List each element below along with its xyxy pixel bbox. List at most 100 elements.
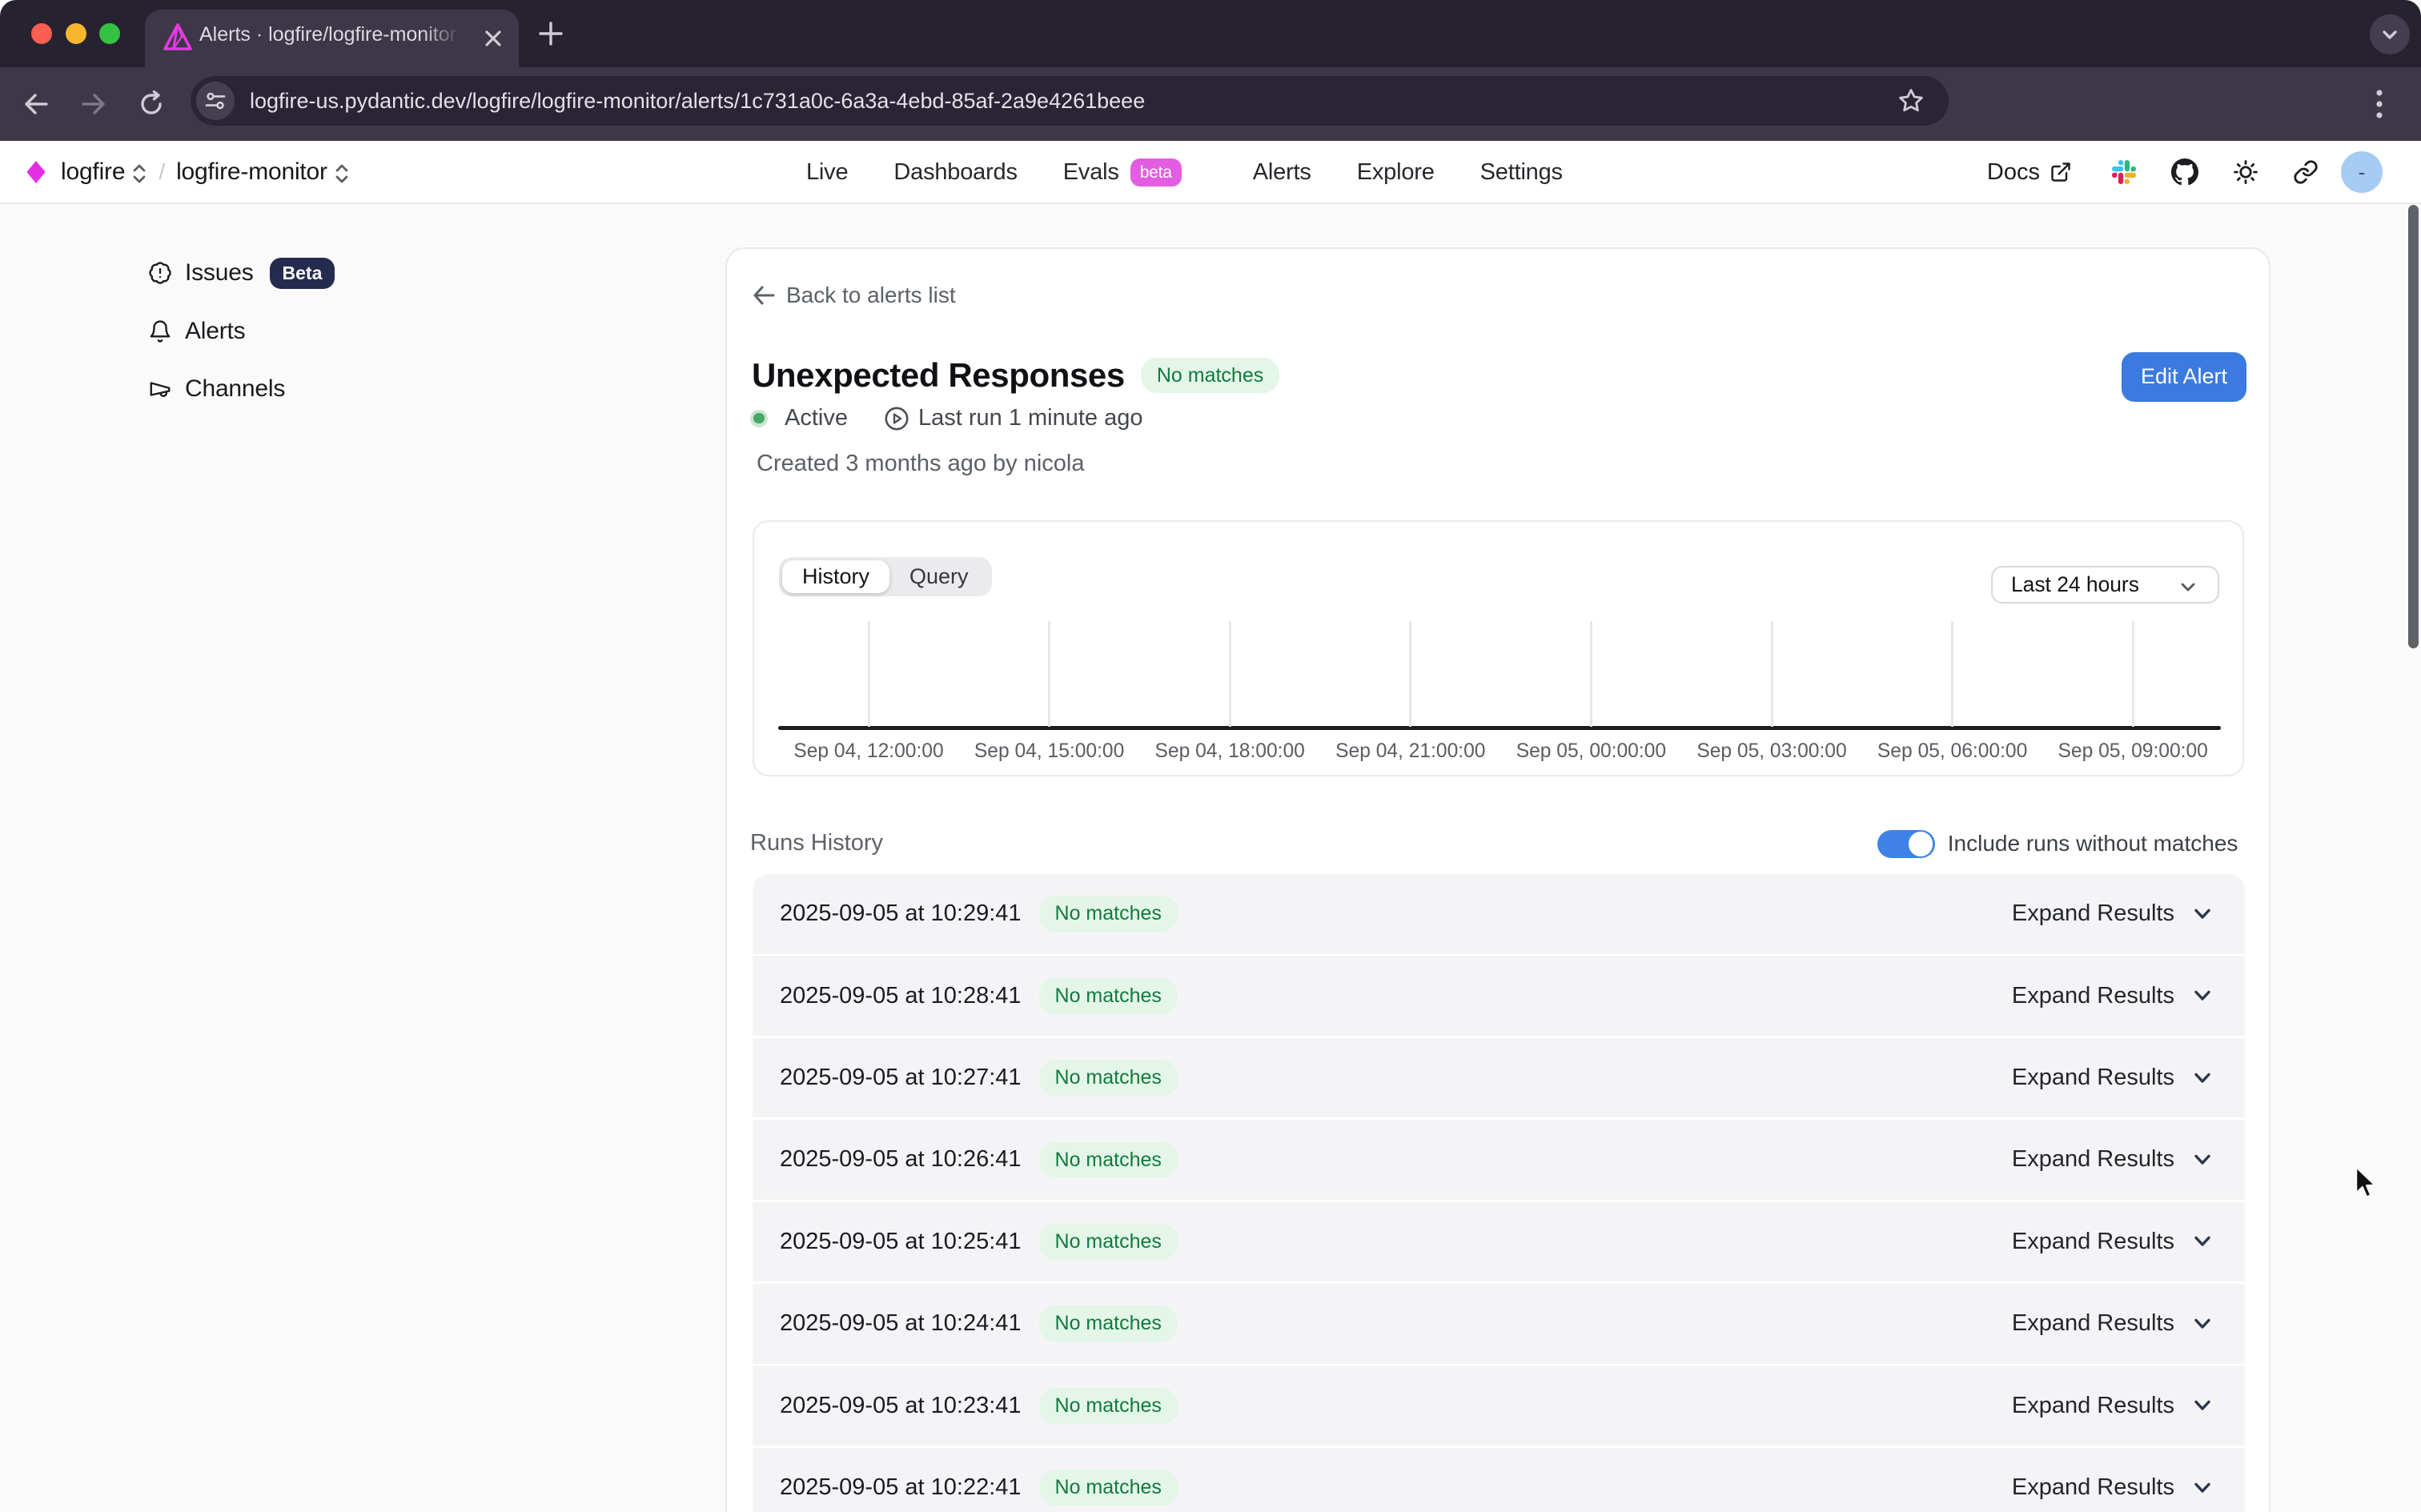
run-no-matches-badge: No matches	[1039, 1142, 1178, 1178]
expand-results-button[interactable]: Expand Results	[2012, 1229, 2213, 1255]
chart-gridline	[1951, 621, 1953, 727]
new-tab-button[interactable]	[538, 21, 564, 46]
bell-icon	[148, 319, 172, 343]
nav-alerts[interactable]: Alerts	[1253, 159, 1311, 186]
history-panel: History Query Last 24 hours Sep 04, 12:0…	[753, 520, 2244, 776]
last-run-label: Last run 1 minute ago	[918, 405, 1143, 431]
expand-results-label: Expand Results	[2012, 1146, 2174, 1173]
forward-button[interactable]	[80, 90, 107, 118]
org-chevrons-icon[interactable]	[131, 162, 147, 185]
logfire-logo	[26, 160, 46, 184]
reload-button[interactable]	[138, 90, 165, 118]
active-status-label: Active	[785, 405, 848, 431]
close-window-button[interactable]	[31, 23, 52, 44]
github-link[interactable]	[2171, 158, 2198, 186]
nav-live[interactable]: Live	[806, 159, 848, 186]
slack-link[interactable]	[2112, 160, 2136, 184]
expand-results-button[interactable]: Expand Results	[2012, 900, 2213, 927]
last-run-icon	[885, 407, 909, 431]
created-by-label: Created 3 months ago by nicola	[757, 451, 1084, 477]
site-settings-button[interactable]	[196, 82, 235, 120]
github-icon	[2171, 158, 2198, 186]
mouse-cursor	[2354, 1165, 2381, 1201]
chart-gridline	[868, 621, 870, 727]
run-no-matches-badge: No matches	[1039, 978, 1178, 1014]
alert-title: Unexpected Responses	[752, 356, 1125, 395]
bookmark-icon[interactable]	[1897, 87, 1925, 114]
chevron-down-icon	[2192, 985, 2213, 1006]
browser-window: Alerts · logfire/logfire-monitor logfire…	[0, 0, 2421, 1512]
expand-results-button[interactable]: Expand Results	[2012, 1393, 2213, 1419]
run-no-matches-badge: No matches	[1039, 1060, 1178, 1096]
url-text[interactable]: logfire-us.pydantic.dev/logfire/logfire-…	[250, 89, 1145, 114]
expand-results-button[interactable]: Expand Results	[2012, 1065, 2213, 1091]
chart-gridline	[2132, 621, 2134, 727]
run-timestamp: 2025-09-05 at 10:23:41	[780, 1393, 1022, 1419]
issues-beta-badge: Beta	[270, 258, 335, 289]
sidebar-item-issues[interactable]: Issues Beta	[148, 244, 335, 303]
run-row: 2025-09-05 at 10:28:41 No matches Expand…	[753, 956, 2245, 1036]
tab-search-button[interactable]	[2370, 14, 2410, 54]
runs-list: 2025-09-05 at 10:29:41 No matches Expand…	[753, 874, 2245, 1512]
browser-toolbar: logfire-us.pydantic.dev/logfire/logfire-…	[0, 67, 2421, 141]
edit-alert-button[interactable]: Edit Alert	[2122, 352, 2246, 402]
expand-results-button[interactable]: Expand Results	[2012, 1474, 2213, 1501]
tune-icon	[204, 90, 227, 112]
browser-tab[interactable]: Alerts · logfire/logfire-monitor	[145, 10, 519, 67]
alert-status-badge: No matches	[1141, 358, 1279, 394]
sidebar-item-channels[interactable]: Channels	[148, 360, 335, 419]
chevron-down-icon	[2192, 1313, 2213, 1334]
address-bar[interactable]: logfire-us.pydantic.dev/logfire/logfire-…	[191, 76, 1949, 126]
chevron-down-icon	[2380, 25, 2399, 44]
chart-gridline	[1409, 621, 1411, 727]
include-runs-toggle[interactable]	[1877, 830, 1935, 858]
history-chart: Sep 04, 12:00:00Sep 04, 15:00:00Sep 04, …	[754, 522, 2242, 775]
back-to-alerts-link[interactable]: Back to alerts list	[753, 283, 956, 308]
nav-explore[interactable]: Explore	[1357, 159, 1435, 186]
avatar[interactable]: -	[2341, 151, 2383, 193]
run-row: 2025-09-05 at 10:26:41 No matches Expand…	[753, 1120, 2245, 1200]
run-row: 2025-09-05 at 10:23:41 No matches Expand…	[753, 1366, 2245, 1446]
issues-icon	[148, 261, 172, 285]
nav-dashboards[interactable]: Dashboards	[893, 159, 1017, 186]
theme-toggle[interactable]	[2232, 158, 2259, 186]
expand-results-button[interactable]: Expand Results	[2012, 1310, 2213, 1337]
chevron-down-icon	[2192, 1395, 2213, 1416]
run-timestamp: 2025-09-05 at 10:25:41	[780, 1229, 1022, 1255]
docs-link[interactable]: Docs	[1987, 159, 2072, 186]
page-scrollbar[interactable]	[2408, 205, 2419, 648]
runs-history-heading: Runs History	[750, 830, 883, 856]
back-arrow-icon	[753, 285, 775, 306]
nav-settings[interactable]: Settings	[1480, 159, 1563, 186]
chart-gridline	[1229, 621, 1231, 727]
run-row: 2025-09-05 at 10:29:41 No matches Expand…	[753, 874, 2245, 954]
run-row: 2025-09-05 at 10:25:41 No matches Expand…	[753, 1202, 2245, 1282]
minimize-window-button[interactable]	[66, 23, 86, 44]
share-link[interactable]	[2293, 159, 2319, 185]
expand-results-label: Expand Results	[2012, 983, 2174, 1009]
x-axis-label: Sep 05, 09:00:00	[2042, 740, 2223, 763]
run-no-matches-badge: No matches	[1039, 1224, 1178, 1260]
expand-results-label: Expand Results	[2012, 900, 2174, 927]
sidebar-item-alerts[interactable]: Alerts	[148, 303, 335, 361]
x-axis-label: Sep 05, 00:00:00	[1500, 740, 1681, 763]
tab-close-icon[interactable]	[480, 26, 506, 51]
x-axis-label: Sep 04, 15:00:00	[959, 740, 1140, 763]
app-header: logfire / logfire-monitor Live Dashboard…	[0, 141, 2421, 204]
browser-menu-button[interactable]	[2376, 90, 2383, 118]
project-switcher[interactable]: logfire-monitor	[176, 158, 327, 186]
org-switcher[interactable]: logfire	[61, 158, 125, 186]
include-runs-label: Include runs without matches	[1948, 831, 2238, 856]
run-no-matches-badge: No matches	[1039, 1388, 1178, 1424]
run-no-matches-badge: No matches	[1039, 1470, 1178, 1506]
expand-results-label: Expand Results	[2012, 1393, 2174, 1419]
expand-results-button[interactable]: Expand Results	[2012, 983, 2213, 1009]
back-button[interactable]	[22, 90, 50, 118]
project-chevrons-icon[interactable]	[334, 162, 350, 185]
nav-evals[interactable]: Evalsbeta	[1063, 158, 1182, 186]
run-row: 2025-09-05 at 10:27:41 No matches Expand…	[753, 1038, 2245, 1118]
tab-strip: Alerts · logfire/logfire-monitor	[0, 0, 2421, 67]
active-status-dot	[750, 410, 768, 427]
fullscreen-window-button[interactable]	[99, 23, 120, 44]
expand-results-button[interactable]: Expand Results	[2012, 1146, 2213, 1173]
